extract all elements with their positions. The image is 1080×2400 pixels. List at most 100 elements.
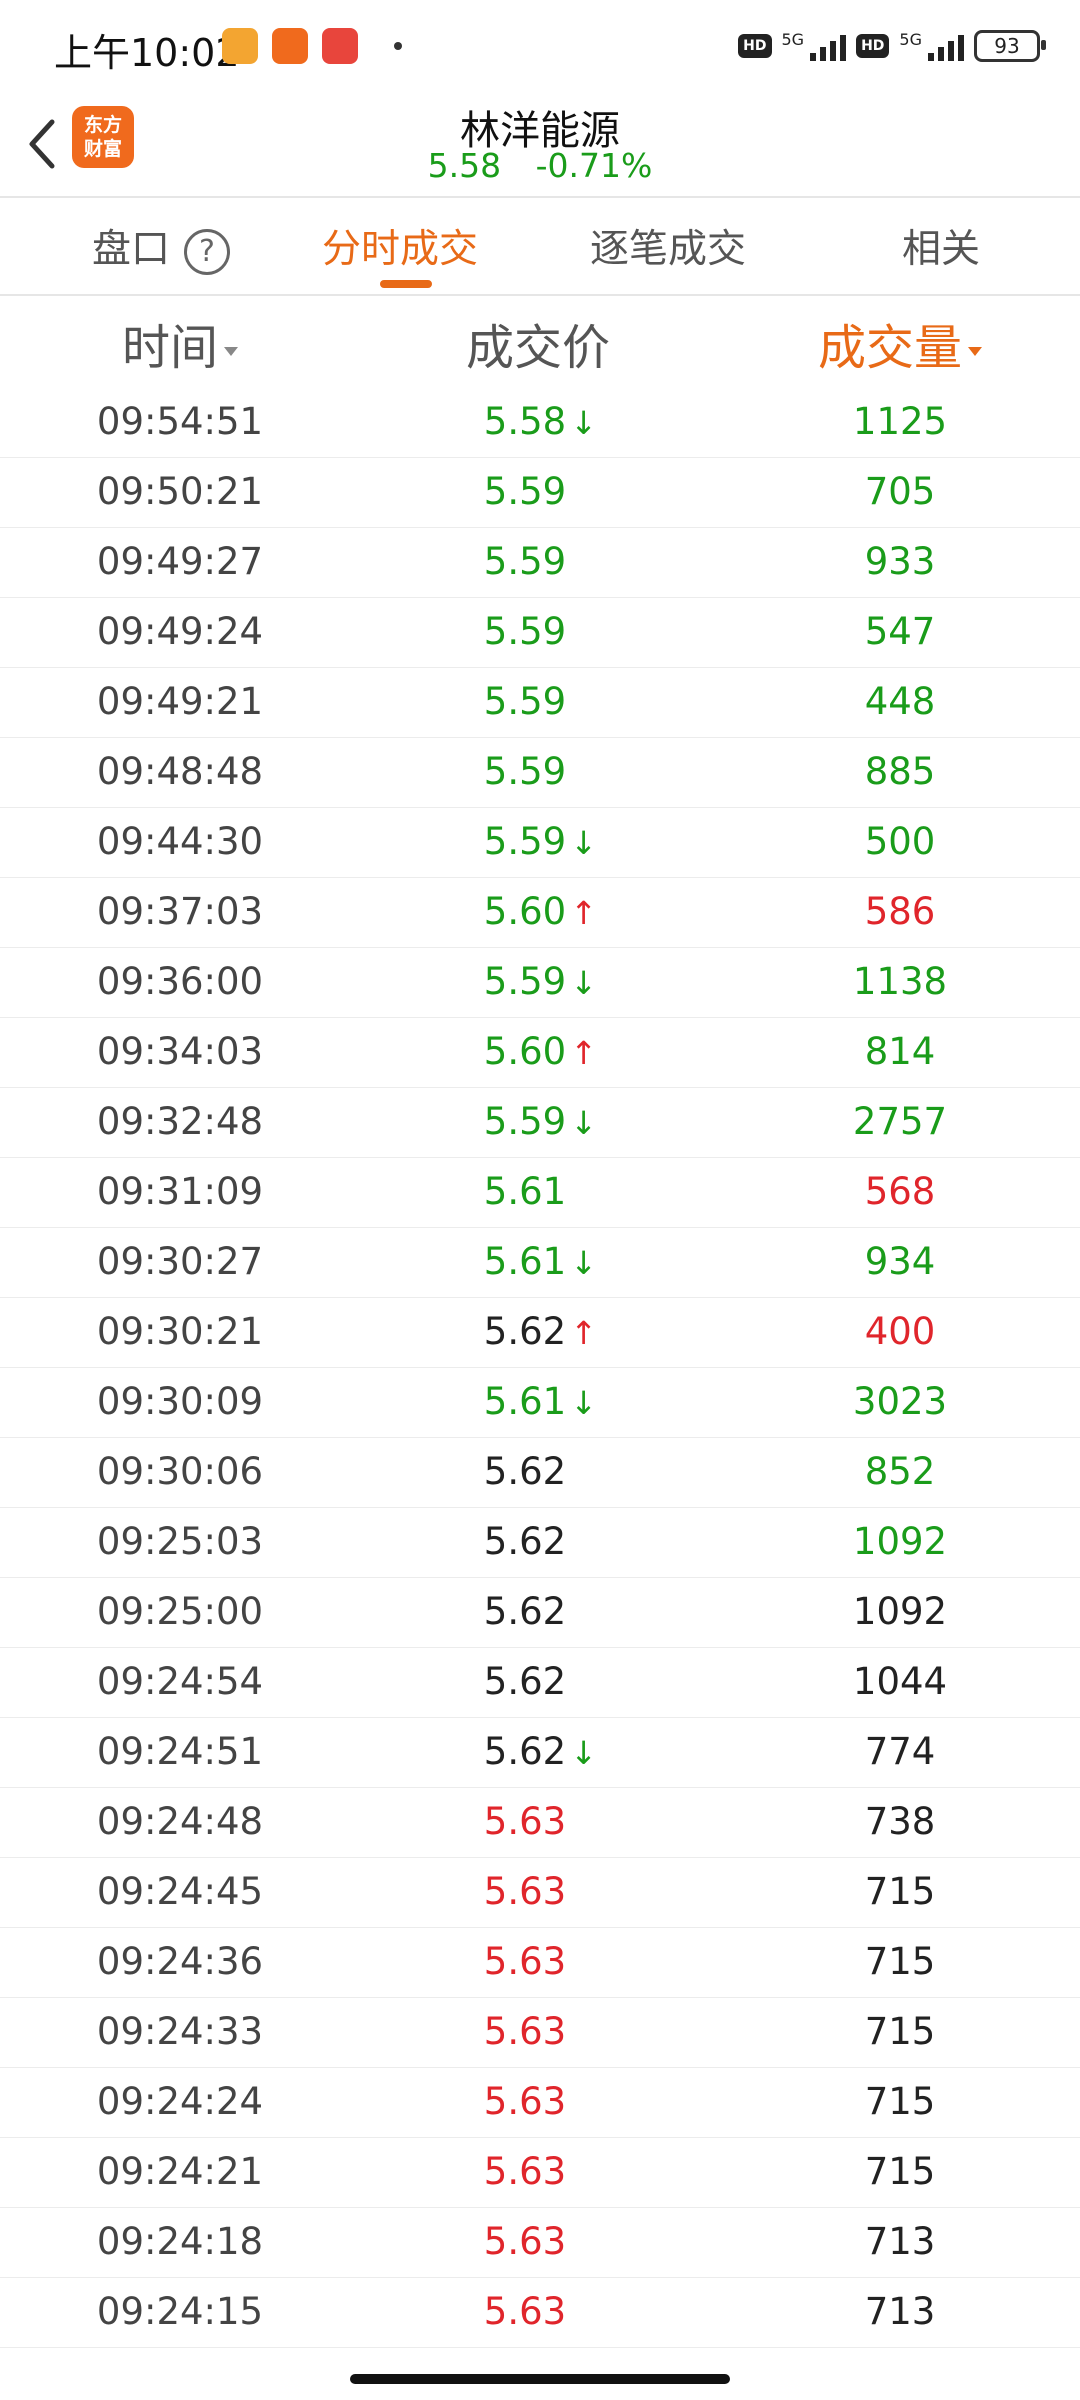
trade-price: 5.59 bbox=[484, 470, 592, 513]
tab-tick-trades[interactable]: 逐笔成交 bbox=[590, 218, 746, 274]
trade-time: 09:30:21 bbox=[96, 1310, 264, 1353]
trade-time: 09:48:48 bbox=[96, 750, 264, 793]
table-row[interactable]: 09:24:09 5.63 713 bbox=[0, 2348, 1080, 2362]
trade-time: 09:37:03 bbox=[96, 890, 264, 933]
trade-time: 09:24:24 bbox=[96, 2080, 264, 2123]
trade-price-value: 5.60 bbox=[483, 1030, 567, 1073]
table-row[interactable]: 09:34:03 5.60 ↑ 814 bbox=[0, 1018, 1080, 1088]
table-row[interactable]: 09:48:48 5.59 885 bbox=[0, 738, 1080, 808]
table-row[interactable]: 09:24:45 5.63 715 bbox=[0, 1858, 1080, 1928]
table-row[interactable]: 09:25:03 5.62 1092 bbox=[0, 1508, 1080, 1578]
column-header-time[interactable]: 时间 bbox=[122, 308, 239, 378]
table-row[interactable]: 09:30:09 5.61 ↓ 3023 bbox=[0, 1368, 1080, 1438]
trade-price: 5.63 bbox=[484, 2360, 592, 2362]
trade-price-value: 5.59 bbox=[483, 540, 567, 583]
table-row[interactable]: 09:24:51 5.62 ↓ 774 bbox=[0, 1718, 1080, 1788]
home-indicator[interactable] bbox=[350, 2374, 730, 2384]
trade-price: 5.63 bbox=[484, 1940, 592, 1983]
trade-time: 09:34:03 bbox=[96, 1030, 264, 1073]
table-row[interactable]: 09:24:36 5.63 715 bbox=[0, 1928, 1080, 1998]
stock-price: 5.58 bbox=[427, 146, 502, 185]
table-row[interactable]: 09:36:00 5.59 ↓ 1138 bbox=[0, 948, 1080, 1018]
table-row[interactable]: 09:44:30 5.59 ↓ 500 bbox=[0, 808, 1080, 878]
hd-icon: HD bbox=[856, 34, 890, 58]
trade-volume: 568 bbox=[864, 1170, 936, 1213]
trade-time: 09:24:09 bbox=[97, 2360, 263, 2362]
table-row[interactable]: 09:49:24 5.59 547 bbox=[0, 598, 1080, 668]
tab-related[interactable]: 相关 bbox=[902, 218, 980, 274]
trade-price-value: 5.63 bbox=[483, 1870, 567, 1913]
trade-volume: 1125 bbox=[852, 400, 948, 443]
tab-intraday-trades[interactable]: 分时成交 bbox=[322, 218, 478, 274]
trade-price-value: 5.60 bbox=[483, 890, 567, 933]
trade-price: 5.59 ↓ bbox=[484, 1100, 597, 1143]
table-header: 时间 成交价 成交量 bbox=[0, 296, 1080, 388]
battery-level: 93 bbox=[994, 34, 1020, 58]
trade-price: 5.58 ↓ bbox=[483, 400, 597, 443]
tab-label: 盘口 bbox=[92, 227, 171, 272]
trade-time: 09:24:33 bbox=[96, 2010, 264, 2053]
trade-price-value: 5.59 bbox=[483, 750, 567, 793]
table-row[interactable]: 09:49:27 5.59 933 bbox=[0, 528, 1080, 598]
table-row[interactable]: 09:30:27 5.61 ↓ 934 bbox=[0, 1228, 1080, 1298]
trade-price-value: 5.58 bbox=[483, 400, 567, 443]
trade-volume: 1092 bbox=[852, 1590, 948, 1633]
table-row[interactable]: 09:49:21 5.59 448 bbox=[0, 668, 1080, 738]
arrow-down-icon: ↓ bbox=[570, 964, 598, 1002]
table-row[interactable]: 09:24:33 5.63 715 bbox=[0, 1998, 1080, 2068]
trade-price-value: 5.61 bbox=[483, 1240, 567, 1283]
trade-time: 09:49:24 bbox=[96, 610, 264, 653]
table-row[interactable]: 09:37:03 5.60 ↑ 586 bbox=[0, 878, 1080, 948]
table-row[interactable]: 09:50:21 5.59 705 bbox=[0, 458, 1080, 528]
trade-price: 5.61 bbox=[484, 1170, 592, 1213]
table-row[interactable]: 09:25:00 5.62 1092 bbox=[0, 1578, 1080, 1648]
table-row[interactable]: 09:31:09 5.61 568 bbox=[0, 1158, 1080, 1228]
trade-volume: 934 bbox=[864, 1240, 936, 1283]
table-row[interactable]: 09:30:21 5.62 ↑ 400 bbox=[0, 1298, 1080, 1368]
table-row[interactable]: 09:54:51 5.58 ↓ 1125 bbox=[0, 388, 1080, 458]
status-indicators: HD 5G HD 5G 93 bbox=[738, 30, 1046, 62]
trade-time: 09:24:54 bbox=[96, 1660, 264, 1703]
trade-volume: 713 bbox=[864, 2220, 936, 2263]
table-row[interactable]: 09:24:18 5.63 713 bbox=[0, 2208, 1080, 2278]
trade-time: 09:32:48 bbox=[96, 1100, 264, 1143]
sort-caret-icon bbox=[968, 346, 983, 356]
table-row[interactable]: 09:24:54 5.62 1044 bbox=[0, 1648, 1080, 1718]
network-type: 5G bbox=[899, 30, 922, 49]
trade-volume: 885 bbox=[864, 750, 936, 793]
trade-price-value: 5.59 bbox=[483, 680, 567, 723]
trade-price-value: 5.59 bbox=[483, 960, 567, 1003]
tab-label: 逐笔成交 bbox=[590, 227, 747, 272]
trade-price: 5.63 bbox=[484, 2010, 592, 2053]
tab-order-book[interactable]: 盘口? bbox=[92, 218, 231, 275]
trade-price: 5.61 ↓ bbox=[483, 1240, 597, 1283]
table-row[interactable]: 09:24:48 5.63 738 bbox=[0, 1788, 1080, 1858]
trade-time: 09:30:27 bbox=[96, 1240, 264, 1283]
trade-price-value: 5.63 bbox=[483, 2010, 567, 2053]
stock-quote: 5.58 -0.71% bbox=[0, 146, 1080, 185]
trades-table[interactable]: 09:54:51 5.58 ↓ 1125 09:50:21 5.59 705 09:49:27… bbox=[0, 388, 1080, 2362]
trade-price: 5.62 ↑ bbox=[484, 1310, 597, 1353]
help-icon[interactable]: ? bbox=[184, 228, 231, 275]
table-row[interactable]: 09:24:15 5.63 713 bbox=[0, 2278, 1080, 2348]
arrow-up-icon: ↑ bbox=[570, 894, 598, 932]
table-row[interactable]: 09:30:06 5.62 852 bbox=[0, 1438, 1080, 1508]
table-row[interactable]: 09:24:24 5.63 715 bbox=[0, 2068, 1080, 2138]
arrow-up-icon: ↑ bbox=[570, 1034, 598, 1072]
trade-price: 5.62 ↓ bbox=[484, 1730, 597, 1773]
trade-time: 09:24:48 bbox=[96, 1800, 264, 1843]
table-row[interactable]: 09:24:21 5.63 715 bbox=[0, 2138, 1080, 2208]
trade-price: 5.59 ↓ bbox=[483, 960, 598, 1003]
battery-icon: 93 bbox=[974, 30, 1046, 62]
trade-time: 09:24:51 bbox=[96, 1730, 264, 1773]
table-row[interactable]: 09:32:48 5.59 ↓ 2757 bbox=[0, 1088, 1080, 1158]
column-header-volume[interactable]: 成交量 bbox=[818, 308, 983, 378]
signal-icon bbox=[928, 31, 964, 61]
trade-price: 5.59 bbox=[484, 610, 592, 653]
trade-volume: 1138 bbox=[852, 960, 948, 1003]
trade-price-value: 5.62 bbox=[483, 1660, 567, 1703]
trade-price-value: 5.62 bbox=[483, 1520, 567, 1563]
trade-volume: 715 bbox=[864, 2150, 936, 2193]
trade-time: 09:30:06 bbox=[96, 1450, 264, 1493]
trade-volume: 586 bbox=[864, 890, 936, 933]
